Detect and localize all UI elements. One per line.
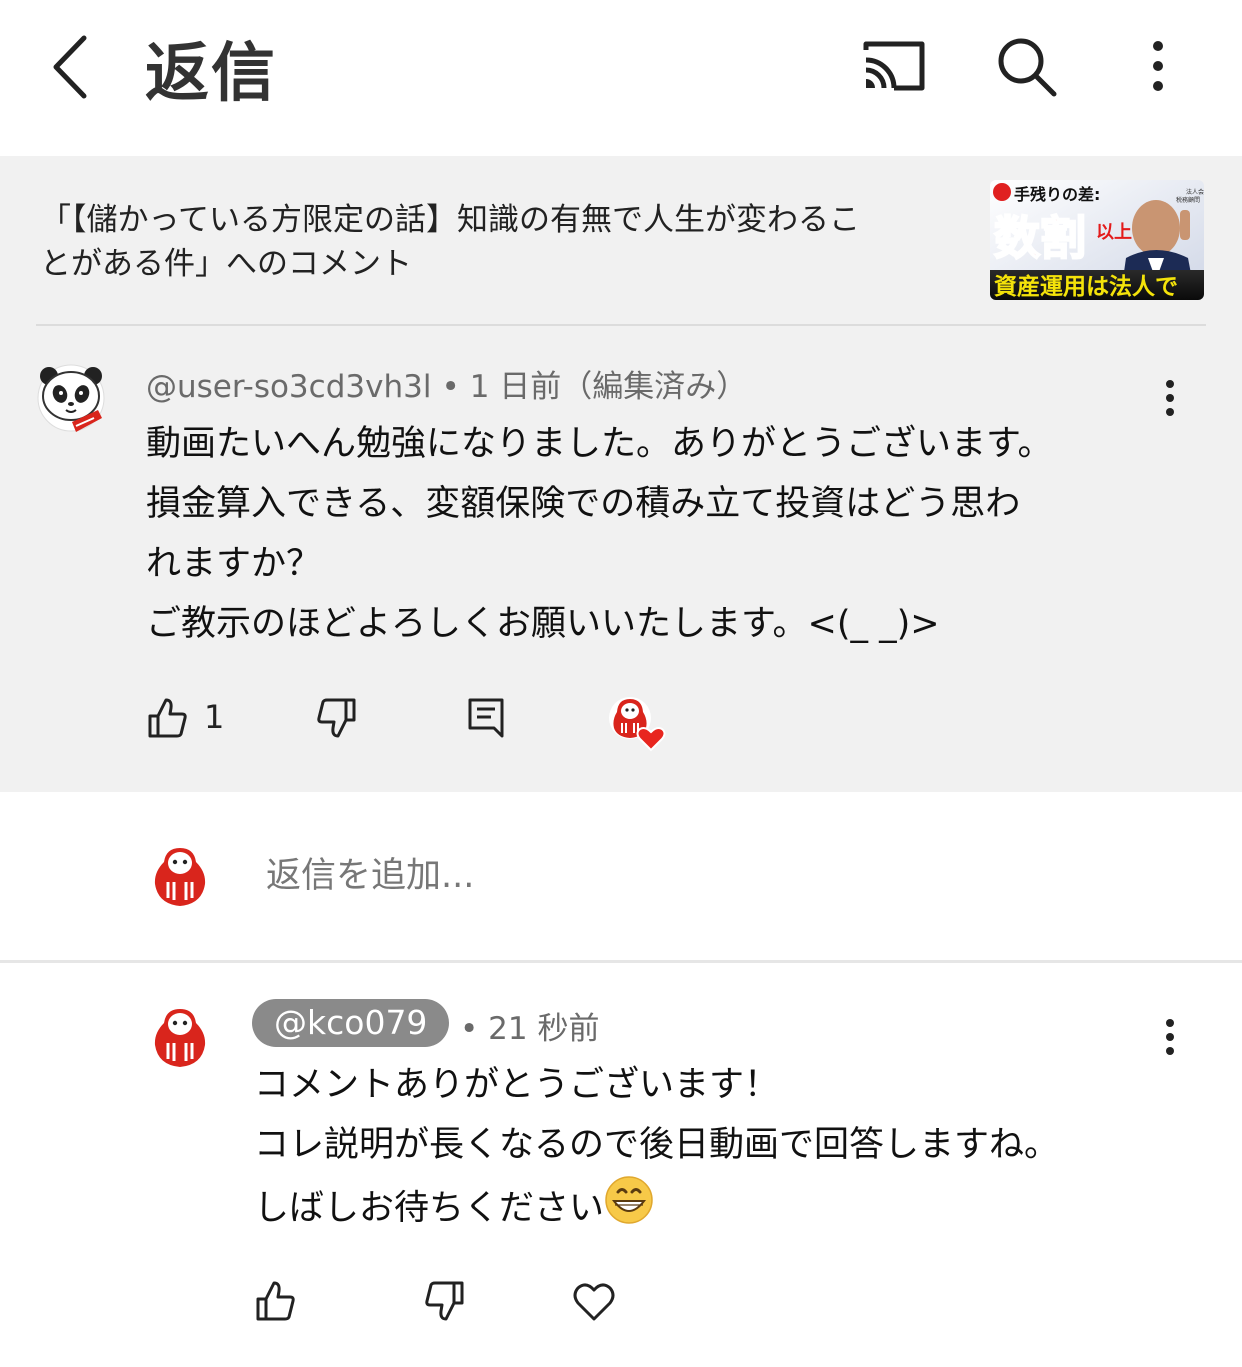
- thumbs-up-icon: [256, 1281, 295, 1321]
- more-vert-icon: [1166, 380, 1174, 416]
- comment-line: ご教示のほどよろしくお願いいたします。<(_ _)>: [146, 604, 940, 644]
- more-options-button[interactable]: [1138, 36, 1178, 96]
- cast-button[interactable]: [860, 36, 930, 96]
- parent-comment-panel: 「【儲かっている方限定の話】知識の有無で人生が変わるこ とがある件」へのコメント: [0, 156, 1242, 792]
- cast-icon: [863, 41, 925, 91]
- divider: [36, 324, 1206, 326]
- comment-line: 動画たいへん勉強になりました。ありがとうございます。: [146, 424, 1053, 464]
- dislike-button[interactable]: [314, 696, 358, 744]
- daruma-avatar-icon: [154, 848, 206, 906]
- more-vert-icon: [1153, 41, 1163, 91]
- thumbnail-big-text: 数割: [994, 211, 1086, 265]
- reply-line: しばしお待ちください: [254, 1175, 1174, 1244]
- reply-input[interactable]: [264, 850, 968, 902]
- like-button[interactable]: [254, 1279, 298, 1327]
- thumbs-up-icon: [148, 698, 187, 738]
- creator-author-chip[interactable]: @kco079: [252, 999, 450, 1047]
- reply-line: コレ説明が長くなるので後日動画で回答しますね。: [254, 1125, 1060, 1165]
- dislike-button[interactable]: [422, 1279, 466, 1327]
- back-icon: [53, 35, 87, 99]
- comment-actions: 1: [146, 696, 746, 752]
- heart-button[interactable]: [572, 1279, 616, 1327]
- thumbnail-badge: 手残りの差:: [1014, 185, 1100, 204]
- search-icon: [998, 38, 1057, 97]
- comment-author[interactable]: @user-so3cd3vh3l: [146, 369, 431, 405]
- add-reply-row: [0, 792, 1242, 960]
- back-button[interactable]: [40, 30, 110, 105]
- video-thumbnail[interactable]: 手残りの差: 数割 以上 法人会計 税務顧問 資産運用は法人で: [990, 180, 1204, 300]
- creator-heart-badge: [608, 696, 670, 754]
- video-title-line: とがある件」へのコメント: [40, 246, 412, 282]
- creator-heart-icon: [609, 697, 666, 752]
- thumbnail-bottom-text: 資産運用は法人で: [994, 273, 1178, 300]
- page-title: 返信: [145, 37, 277, 111]
- daruma-avatar-icon: [154, 1009, 206, 1067]
- reply-text: コメントありがとうございます！ コレ説明が長くなるので後日動画で回答しますね。 …: [254, 1055, 1174, 1244]
- reply-time: • 21 秒前: [460, 1003, 599, 1048]
- reply-line-text: しばしお待ちください: [254, 1188, 605, 1229]
- my-avatar: [150, 846, 210, 908]
- grinning-face-icon: [604, 1175, 654, 1244]
- top-app-bar: 返信: [0, 0, 1242, 156]
- thumbnail-small-text: 税務顧問: [1176, 196, 1200, 204]
- reply-comment-icon: [468, 698, 504, 738]
- reply-actions: [254, 1279, 654, 1329]
- comment-text: 動画たいへん勉強になりました。ありがとうございます。 損金算入できる、変額保険で…: [146, 414, 1176, 654]
- like-count: 1: [204, 698, 225, 736]
- comment-time: 1 日前（編集済み）: [469, 369, 748, 405]
- comment-line: れますか？: [146, 544, 322, 584]
- thumbs-down-icon: [425, 1281, 464, 1321]
- reply-button[interactable]: [466, 696, 506, 744]
- reply-time-text: 21 秒前: [488, 1011, 600, 1047]
- search-button[interactable]: [994, 34, 1060, 100]
- thumbnail-side-text: 以上: [1096, 222, 1132, 243]
- reply-comment: @kco079 • 21 秒前 コメントありがとうございます！ コレ説明が長くな…: [0, 963, 1242, 1367]
- reply-line: コメントありがとうございます！: [254, 1065, 780, 1105]
- thumbnail-small-text: 法人会計: [1186, 188, 1204, 196]
- heart-icon: [573, 1283, 615, 1321]
- separator-dot: •: [441, 369, 460, 405]
- comment-line: 損金算入できる、変額保険での積み立て投資はどう思わ: [146, 484, 1021, 524]
- comment-more-button[interactable]: [1152, 378, 1188, 418]
- video-title[interactable]: 「【儲かっている方限定の話】知識の有無で人生が変わるこ とがある件」へのコメント: [40, 198, 950, 286]
- avatar[interactable]: [36, 362, 106, 436]
- reply-more-button[interactable]: [1152, 1017, 1188, 1057]
- more-vert-icon: [1166, 1019, 1174, 1055]
- thumbnail-image: 手残りの差: 数割 以上 法人会計 税務顧問 資産運用は法人で: [990, 180, 1204, 300]
- comment-meta: @user-so3cd3vh3l • 1 日前（編集済み）: [146, 361, 747, 406]
- panda-avatar-icon: [37, 364, 105, 432]
- avatar[interactable]: [150, 1007, 210, 1069]
- like-button[interactable]: [146, 696, 190, 744]
- thumbs-down-icon: [317, 698, 356, 738]
- separator-dot: •: [460, 1011, 479, 1047]
- video-title-line: 「【儲かっている方限定の話】知識の有無で人生が変わるこ: [40, 202, 860, 238]
